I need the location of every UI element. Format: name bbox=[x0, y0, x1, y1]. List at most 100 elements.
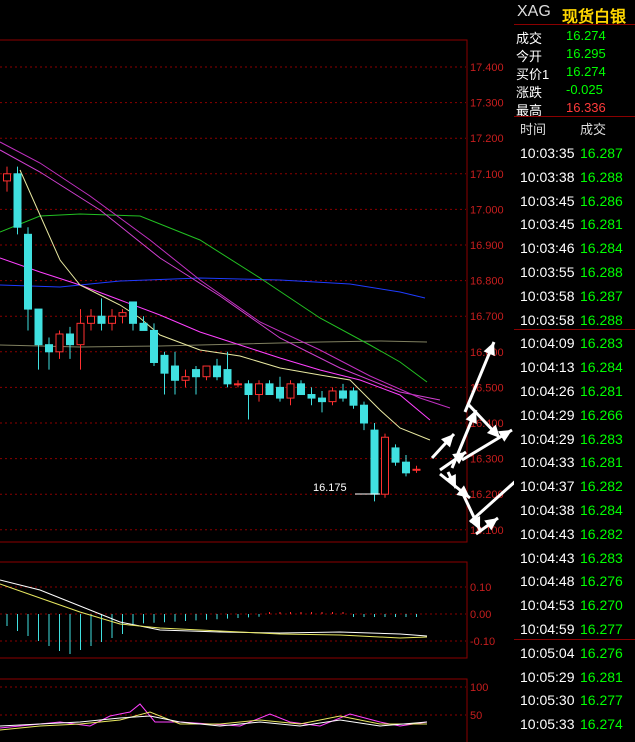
tick-time: 10:05:29 bbox=[520, 668, 575, 685]
candle[interactable] bbox=[87, 309, 95, 331]
tick-row[interactable]: 10:03:46 16.284 bbox=[514, 237, 635, 261]
main-chart-y-axis: 17.400 17.300 17.200 17.100 17.000 16.900 16.8… bbox=[470, 62, 504, 537]
tick-row[interactable]: 10:03:38 16.288 bbox=[514, 166, 635, 190]
candle[interactable] bbox=[213, 358, 221, 381]
tick-time: 10:03:46 bbox=[520, 240, 575, 257]
candle[interactable] bbox=[244, 380, 253, 420]
tick-time: 10:04:37 bbox=[520, 478, 575, 495]
candle[interactable] bbox=[55, 330, 64, 359]
instrument-name: 现货白银 bbox=[562, 9, 627, 26]
y-tick-label: 16.700 bbox=[470, 311, 504, 323]
y-tick-label: 17.400 bbox=[470, 62, 504, 74]
tick-row[interactable]: 10:04:29 16.266 bbox=[514, 404, 635, 428]
tick-time: 10:04:29 bbox=[520, 406, 575, 423]
quote-panel: XAG 现货白银 成交 16.274 今开 16.295 买价1 16.274 涨跌 -0.0… bbox=[514, 0, 635, 742]
candle[interactable] bbox=[13, 166, 22, 235]
candle[interactable] bbox=[3, 166, 11, 192]
macd-tick-label: 0.00 bbox=[470, 609, 491, 621]
y-tick-label: 16.300 bbox=[470, 454, 504, 466]
tick-price: 16.270 bbox=[580, 597, 623, 614]
tick-row[interactable]: 10:05:29 16.281 bbox=[514, 666, 635, 690]
tick-row[interactable]: 10:04:53 16.270 bbox=[514, 594, 635, 618]
candle[interactable] bbox=[391, 444, 400, 466]
tick-price: 16.276 bbox=[580, 573, 623, 590]
tick-row[interactable]: 10:04:48 16.276 bbox=[514, 570, 635, 594]
candle[interactable] bbox=[97, 298, 106, 331]
candle[interactable] bbox=[339, 383, 347, 402]
tick-row[interactable]: 10:04:13 16.284 bbox=[514, 356, 635, 380]
macd-indicator bbox=[0, 579, 466, 654]
quote-value: 16.274 bbox=[566, 28, 606, 43]
candle[interactable] bbox=[66, 326, 74, 359]
candle[interactable] bbox=[202, 365, 211, 381]
tick-row[interactable]: 10:04:26 16.281 bbox=[514, 380, 635, 404]
tick-row[interactable]: 10:03:45 16.286 bbox=[514, 190, 635, 214]
tick-row[interactable]: 10:04:33 16.281 bbox=[514, 451, 635, 475]
tick-row[interactable]: 10:04:43 16.283 bbox=[514, 547, 635, 571]
tick-row[interactable]: 10:03:45 16.281 bbox=[514, 213, 635, 237]
moving-average-lines bbox=[0, 141, 451, 441]
macd-dea-line bbox=[0, 583, 428, 639]
tick-row[interactable]: 10:04:29 16.283 bbox=[514, 428, 635, 452]
tick-price: 16.287 bbox=[580, 287, 623, 304]
candle[interactable] bbox=[45, 337, 53, 370]
candle[interactable] bbox=[118, 309, 127, 324]
quote-value: 16.295 bbox=[566, 46, 606, 61]
tick-time: 10:04:43 bbox=[520, 525, 575, 542]
tick-row[interactable]: 10:03:35 16.287 bbox=[514, 142, 635, 166]
tick-row[interactable]: 10:03:58 16.287 bbox=[514, 285, 635, 309]
kdj-tick-label: 100 bbox=[470, 682, 488, 694]
tick-time: 10:03:45 bbox=[520, 192, 575, 209]
candle[interactable] bbox=[349, 387, 358, 409]
candle[interactable] bbox=[328, 387, 337, 406]
candle[interactable] bbox=[255, 380, 263, 402]
candle[interactable] bbox=[276, 376, 284, 402]
candle[interactable] bbox=[171, 351, 179, 395]
tick-time: 10:05:04 bbox=[520, 644, 575, 661]
candle[interactable] bbox=[402, 455, 410, 477]
candle[interactable] bbox=[150, 323, 158, 367]
candle[interactable] bbox=[318, 390, 326, 413]
tick-row[interactable]: 10:05:04 16.276 bbox=[514, 642, 635, 666]
tick-row[interactable]: 10:04:38 16.284 bbox=[514, 499, 635, 523]
tick-row[interactable]: 10:05:30 16.277 bbox=[514, 689, 635, 713]
candle[interactable] bbox=[160, 351, 169, 395]
tick-row[interactable]: 10:04:43 16.282 bbox=[514, 523, 635, 547]
tick-row[interactable]: 10:05:33 16.274 bbox=[514, 713, 635, 737]
quote-separator bbox=[514, 116, 635, 117]
candlestick-series[interactable] bbox=[3, 166, 421, 502]
candle[interactable] bbox=[286, 380, 295, 406]
tick-price: 16.288 bbox=[580, 311, 623, 328]
tick-price: 16.281 bbox=[580, 216, 623, 233]
candle[interactable] bbox=[108, 309, 116, 331]
candle[interactable] bbox=[381, 433, 389, 498]
tick-time: 10:04:29 bbox=[520, 430, 575, 447]
candle[interactable] bbox=[360, 401, 368, 431]
tick-price: 16.277 bbox=[580, 621, 623, 637]
candle[interactable] bbox=[129, 301, 137, 331]
candle[interactable] bbox=[297, 380, 305, 396]
tick-price: 16.284 bbox=[580, 359, 623, 376]
tick-time: 10:04:48 bbox=[520, 573, 575, 590]
candle[interactable] bbox=[265, 380, 274, 396]
candle[interactable] bbox=[192, 366, 200, 395]
tick-row[interactable]: 10:04:09 16.283 bbox=[514, 332, 635, 356]
candle[interactable] bbox=[34, 308, 43, 370]
candle[interactable] bbox=[181, 369, 190, 388]
ma-line bbox=[0, 141, 451, 409]
tick-price: 16.283 bbox=[580, 430, 623, 447]
candle[interactable] bbox=[234, 380, 242, 388]
quote-row: 涨跌 -0.025 bbox=[514, 80, 635, 100]
tick-row[interactable]: 10:03:55 16.288 bbox=[514, 261, 635, 285]
candle[interactable] bbox=[24, 227, 32, 331]
tick-row[interactable]: 10:04:37 16.282 bbox=[514, 475, 635, 499]
candle[interactable] bbox=[412, 465, 421, 473]
tick-time: 10:04:09 bbox=[520, 335, 575, 352]
candle[interactable] bbox=[76, 309, 85, 370]
y-tick-label: 17.000 bbox=[470, 204, 504, 216]
candle[interactable] bbox=[223, 351, 232, 388]
tick-price: 16.284 bbox=[580, 502, 623, 518]
tick-price: 16.281 bbox=[580, 383, 623, 399]
candle[interactable] bbox=[370, 423, 379, 502]
candle[interactable] bbox=[307, 387, 316, 406]
